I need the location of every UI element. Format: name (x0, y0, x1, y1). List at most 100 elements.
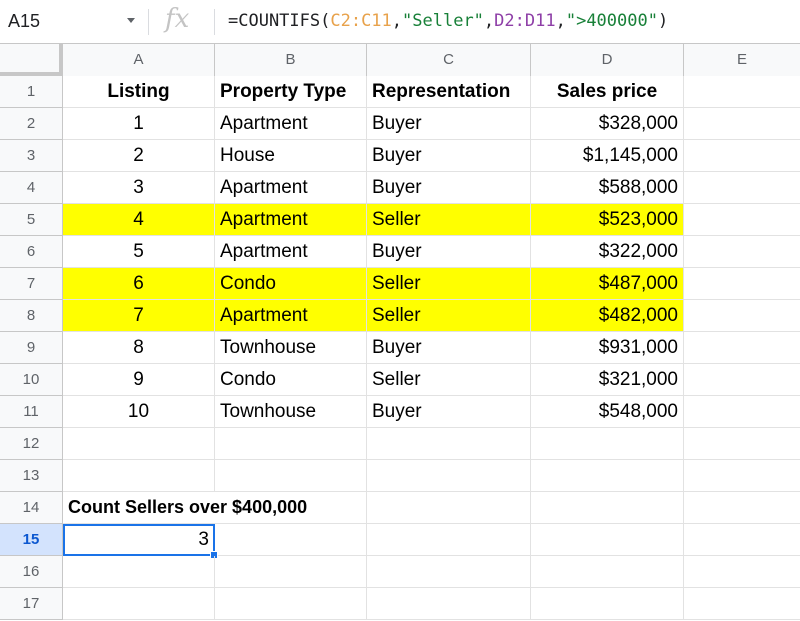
row-header[interactable]: 14 (0, 492, 63, 524)
cell-summary-label[interactable]: Count Sellers over $400,000 (63, 492, 307, 524)
cell-empty[interactable] (531, 524, 684, 556)
cell-header-representation[interactable]: Representation (367, 76, 531, 108)
cell-sales-price[interactable]: $1,145,000 (531, 140, 684, 172)
row-header[interactable]: 10 (0, 364, 63, 396)
cell-empty[interactable] (63, 588, 215, 620)
cell-empty[interactable] (367, 588, 531, 620)
cell-representation[interactable]: Seller (367, 300, 531, 332)
cell-representation[interactable]: Buyer (367, 172, 531, 204)
cell-listing[interactable]: 3 (63, 172, 215, 204)
cell-empty[interactable] (684, 204, 800, 236)
cell-listing[interactable]: 2 (63, 140, 215, 172)
cell-listing[interactable]: 8 (63, 332, 215, 364)
row-header[interactable]: 13 (0, 460, 63, 492)
cell-empty[interactable] (63, 460, 215, 492)
cell-representation[interactable]: Seller (367, 268, 531, 300)
cell-empty[interactable] (684, 588, 800, 620)
cell-property-type[interactable]: Apartment (215, 236, 367, 268)
cell-sales-price[interactable]: $487,000 (531, 268, 684, 300)
column-header-b[interactable]: B (215, 44, 367, 76)
name-box[interactable]: A15 (0, 0, 148, 44)
cell-property-type[interactable]: Condo (215, 268, 367, 300)
cell-empty[interactable] (215, 588, 367, 620)
row-header[interactable]: 16 (0, 556, 63, 588)
cell-empty[interactable] (684, 428, 800, 460)
cell-empty[interactable] (215, 492, 367, 524)
column-header-a[interactable]: A (63, 44, 215, 76)
cell-empty[interactable] (367, 556, 531, 588)
cell-empty[interactable] (684, 460, 800, 492)
cell-representation[interactable]: Buyer (367, 332, 531, 364)
row-header[interactable]: 2 (0, 108, 63, 140)
cell-property-type[interactable]: Townhouse (215, 332, 367, 364)
cell-header-listing[interactable]: Listing (63, 76, 215, 108)
cell-empty[interactable] (684, 492, 800, 524)
cell-property-type[interactable]: Condo (215, 364, 367, 396)
cell-property-type[interactable]: House (215, 140, 367, 172)
row-header[interactable]: 3 (0, 140, 63, 172)
cell-representation[interactable]: Buyer (367, 396, 531, 428)
chevron-down-icon[interactable] (127, 18, 135, 23)
select-all-corner[interactable] (0, 44, 63, 76)
cell-listing[interactable]: 7 (63, 300, 215, 332)
cell-representation[interactable]: Buyer (367, 108, 531, 140)
cell-sales-price[interactable]: $321,000 (531, 364, 684, 396)
cell-empty[interactable] (684, 300, 800, 332)
cell-property-type[interactable]: Townhouse (215, 396, 367, 428)
cell-sales-price[interactable]: $322,000 (531, 236, 684, 268)
column-header-d[interactable]: D (531, 44, 684, 76)
cell-header-property-type[interactable]: Property Type (215, 76, 367, 108)
cell-sales-price[interactable]: $523,000 (531, 204, 684, 236)
cell-empty[interactable] (531, 492, 684, 524)
cell-property-type[interactable]: Apartment (215, 172, 367, 204)
cell-header-sales-price[interactable]: Sales price (531, 76, 684, 108)
cell-property-type[interactable]: Apartment (215, 108, 367, 140)
cell-empty[interactable] (684, 140, 800, 172)
row-header[interactable]: 12 (0, 428, 63, 460)
row-header[interactable]: 4 (0, 172, 63, 204)
cell-empty[interactable] (684, 556, 800, 588)
cell-empty[interactable] (367, 492, 531, 524)
cell-empty[interactable] (531, 556, 684, 588)
cell-listing[interactable]: 9 (63, 364, 215, 396)
row-header-selected[interactable]: 15 (0, 524, 63, 556)
cell-sales-price[interactable]: $588,000 (531, 172, 684, 204)
cell-empty[interactable] (684, 524, 800, 556)
row-header[interactable]: 17 (0, 588, 63, 620)
cell-empty[interactable] (215, 428, 367, 460)
cell-empty[interactable] (215, 460, 367, 492)
cell-empty[interactable] (531, 588, 684, 620)
cell-listing[interactable]: 10 (63, 396, 215, 428)
cell-representation[interactable]: Buyer (367, 140, 531, 172)
cell-empty[interactable] (684, 364, 800, 396)
cell-empty[interactable] (215, 524, 367, 556)
cell-listing[interactable]: 6 (63, 268, 215, 300)
cell-empty[interactable] (684, 396, 800, 428)
cell-property-type[interactable]: Apartment (215, 300, 367, 332)
cell-listing[interactable]: 5 (63, 236, 215, 268)
cell-representation[interactable]: Seller (367, 364, 531, 396)
cell-sales-price[interactable]: $931,000 (531, 332, 684, 364)
cell-empty[interactable] (684, 332, 800, 364)
cell-empty[interactable] (367, 460, 531, 492)
cell-listing[interactable]: 4 (63, 204, 215, 236)
cell-empty[interactable] (684, 76, 800, 108)
cell-empty[interactable] (63, 556, 215, 588)
cell-empty[interactable] (531, 460, 684, 492)
cell-empty[interactable] (684, 268, 800, 300)
cell-empty[interactable] (684, 172, 800, 204)
cell-empty[interactable] (63, 428, 215, 460)
cell-listing[interactable]: 1 (63, 108, 215, 140)
row-header[interactable]: 1 (0, 76, 63, 108)
cell-empty[interactable] (367, 428, 531, 460)
row-header[interactable]: 7 (0, 268, 63, 300)
cell-representation[interactable]: Seller (367, 204, 531, 236)
row-header[interactable]: 5 (0, 204, 63, 236)
row-header[interactable]: 6 (0, 236, 63, 268)
column-header-c[interactable]: C (367, 44, 531, 76)
cell-empty[interactable] (531, 428, 684, 460)
row-header[interactable]: 8 (0, 300, 63, 332)
cell-result-a15[interactable]: 3 (63, 524, 215, 556)
cell-empty[interactable] (684, 236, 800, 268)
cell-empty[interactable] (684, 108, 800, 140)
